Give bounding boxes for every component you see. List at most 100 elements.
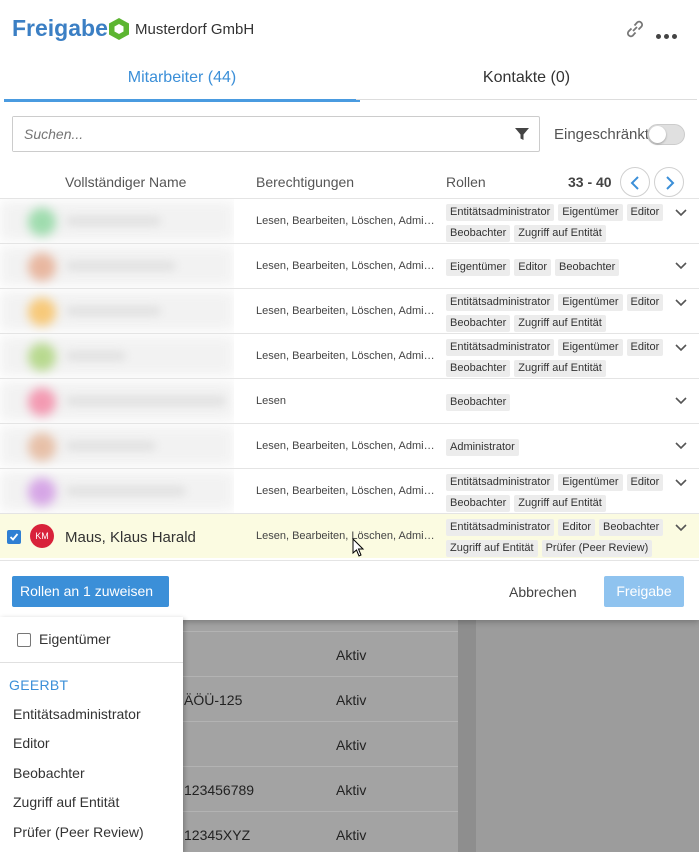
roles-list: Entitätsadministrator Eigentümer Editor Beo… [446, 294, 668, 332]
redacted-text [66, 396, 226, 406]
chevron-down-icon[interactable] [674, 341, 688, 355]
role-chip: Editor [626, 294, 664, 311]
redacted-name [0, 199, 234, 243]
table-row[interactable]: Lesen, Bearbeiten, Löschen, Administrier… [0, 288, 699, 333]
role-chip: Zugriff auf Entität [514, 360, 606, 377]
table-row[interactable]: Lesen, Bearbeiten, Löschen, Administrier… [0, 468, 699, 513]
background-row-id: ÄÖÜ-125 [184, 692, 243, 708]
owner-option-label[interactable]: Eigentümer [39, 631, 111, 647]
role-chip: Beobachter [446, 315, 511, 332]
dialog-title: Freigabe [12, 15, 108, 41]
role-chip: Zugriff auf Entität [446, 540, 538, 557]
redacted-name [0, 469, 234, 513]
role-chip: Prüfer (Peer Review) [541, 540, 653, 557]
chevron-down-icon[interactable] [674, 296, 688, 310]
mouse-cursor-icon [352, 538, 365, 557]
tab-employees[interactable]: Mitarbeiter (44) [4, 60, 360, 102]
redacted-text [66, 261, 176, 271]
chevron-down-icon[interactable] [674, 476, 688, 490]
permissions-text: Lesen, Bearbeiten, Löschen, Administrier… [256, 440, 440, 452]
role-chip: Eigentümer [558, 294, 623, 311]
permissions-text: Lesen, Bearbeiten, Löschen, Administrier… [256, 350, 440, 362]
inherited-role-item[interactable]: Prüfer (Peer Review) [13, 824, 144, 840]
roles-list: Entitätsadministrator Eigentümer Editor Beo… [446, 339, 668, 377]
role-chip: Eigentümer [558, 339, 623, 356]
full-name: Maus, Klaus Harald [65, 529, 196, 546]
next-page-button[interactable] [654, 167, 684, 197]
inherited-role-item[interactable]: Editor [13, 735, 50, 751]
role-chip: Beobachter [446, 225, 511, 242]
redacted-text [66, 216, 161, 226]
cancel-button[interactable]: Abbrechen [509, 584, 577, 600]
background-row-id: 123456789 [184, 782, 255, 798]
column-header-roles[interactable]: Rollen [446, 174, 486, 190]
tab-contacts[interactable]: Kontakte (0) [356, 60, 697, 100]
permissions-text: Lesen [256, 395, 286, 407]
table-row[interactable]: Lesen Beobachter [0, 378, 699, 423]
redacted-text [66, 351, 126, 361]
table-row[interactable]: Lesen, Bearbeiten, Löschen, Administrier… [0, 333, 699, 378]
avatar [28, 343, 56, 371]
avatar [28, 298, 56, 326]
role-chip: Entitätsadministrator [446, 474, 555, 491]
role-chip: Eigentümer [558, 204, 623, 221]
column-header-permissions[interactable]: Berechtigungen [256, 174, 354, 190]
permissions-text: Lesen, Bearbeiten, Löschen, Administrier… [256, 530, 440, 542]
role-chip: Administrator [446, 439, 519, 456]
share-button[interactable]: Freigabe [604, 576, 684, 607]
role-chip: Beobachter [599, 519, 664, 536]
chevron-down-icon[interactable] [674, 439, 688, 453]
role-chip: Editor [558, 519, 596, 536]
chevron-down-icon[interactable] [674, 521, 688, 535]
hexagon-icon [109, 18, 129, 40]
search-input[interactable] [13, 117, 493, 151]
background-row-status: Aktiv [336, 827, 367, 843]
row-checkbox[interactable] [7, 530, 21, 544]
inherited-role-item[interactable]: Zugriff auf Entität [13, 794, 119, 810]
roles-list: Beobachter [446, 394, 668, 411]
role-chip: Beobachter [446, 495, 511, 512]
column-header-name[interactable]: Vollständiger Name [65, 174, 186, 190]
assign-roles-button[interactable]: Rollen an 1 zuweisen [12, 576, 169, 627]
background-divider [458, 620, 476, 852]
table-row[interactable]: Lesen, Bearbeiten, Löschen, Administrier… [0, 198, 699, 243]
inherited-role-item[interactable]: Beobachter [13, 765, 85, 781]
filter-icon[interactable] [514, 126, 530, 142]
table-row[interactable]: KM Maus, Klaus Harald Lesen, Bearbeiten, L… [0, 513, 699, 558]
previous-page-button[interactable] [620, 167, 650, 197]
chevron-down-icon[interactable] [674, 259, 688, 273]
avatar [28, 433, 56, 461]
avatar [28, 388, 56, 416]
redacted-text [66, 306, 161, 316]
role-chip: Editor [514, 259, 552, 276]
link-icon[interactable] [623, 17, 647, 41]
restricted-toggle[interactable] [647, 124, 685, 145]
table-row[interactable]: Lesen, Bearbeiten, Löschen, Administrier… [0, 423, 699, 468]
avatar: KM [30, 524, 54, 548]
redacted-name [0, 289, 234, 333]
table-row[interactable]: Lesen, Bearbeiten, Löschen, Administrier… [0, 243, 699, 288]
role-chip: Beobachter [446, 360, 511, 377]
inherited-role-item[interactable]: Entitätsadministrator [13, 706, 141, 722]
roles-list: Entitätsadministrator Eigentümer Editor Beo… [446, 474, 668, 512]
background-row-status: Aktiv [336, 692, 367, 708]
search-box [12, 116, 540, 152]
chevron-down-icon[interactable] [674, 394, 688, 408]
role-chip: Entitätsadministrator [446, 294, 555, 311]
role-chip: Zugriff auf Entität [514, 495, 606, 512]
redacted-name [0, 379, 234, 423]
owner-checkbox[interactable] [17, 633, 31, 647]
chevron-down-icon[interactable] [674, 206, 688, 220]
permissions-text: Lesen, Bearbeiten, Löschen, Administrier… [256, 215, 440, 227]
chevron-right-icon [666, 176, 675, 190]
inherited-heading: GEERBT [9, 677, 69, 693]
roles-list: Eigentümer Editor Beobachter [446, 259, 668, 276]
assign-roles-label: Rollen an 1 zuweisen [20, 583, 154, 599]
roles-list: Administrator [446, 439, 668, 456]
more-icon[interactable] [656, 26, 680, 39]
avatar [28, 208, 56, 236]
page-range: 33 - 40 [568, 174, 612, 190]
role-chip: Entitätsadministrator [446, 204, 555, 221]
background-row-status: Aktiv [336, 647, 367, 663]
organization-name: Musterdorf GmbH [135, 21, 255, 38]
